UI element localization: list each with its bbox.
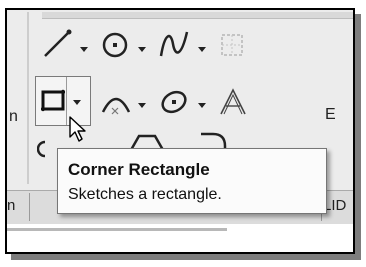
tooltip-description: Sketches a rectangle. (68, 186, 222, 203)
text-icon[interactable] (217, 86, 249, 118)
left-group-label: n (9, 108, 18, 125)
ribbon-top-strip (42, 12, 355, 19)
corner-rectangle-icon (41, 89, 65, 112)
rectangle-dropdown-icon[interactable] (72, 97, 84, 107)
circle-dropdown-icon[interactable] (137, 44, 147, 54)
line-dropdown-icon[interactable] (79, 44, 89, 54)
mouse-pointer-icon (69, 116, 86, 142)
arc-dropdown-icon[interactable] (137, 100, 147, 110)
point-grid-icon[interactable] (217, 30, 247, 60)
screenshot-frame: n E n LID Corner Rectangle Sketches a re… (5, 8, 355, 254)
right-group-label: E (325, 106, 336, 123)
center-circle-icon[interactable] (99, 30, 131, 60)
ellipse-dropdown-icon[interactable] (197, 100, 207, 110)
ribbon-group-divider (27, 12, 29, 184)
line-icon[interactable] (41, 28, 73, 60)
panel-edge (7, 228, 227, 231)
tab-separator (29, 193, 30, 221)
lower-panel (7, 224, 353, 252)
tab-left-label[interactable]: n (7, 197, 15, 214)
split-button-divider (66, 77, 67, 125)
spline-dropdown-icon[interactable] (197, 44, 207, 54)
tooltip-title: Corner Rectangle (68, 160, 210, 179)
ellipse-icon[interactable] (157, 86, 191, 118)
tooltip: Corner Rectangle Sketches a rectangle. (57, 148, 327, 214)
arc-icon[interactable] (99, 88, 133, 118)
spline-icon[interactable] (157, 28, 191, 60)
